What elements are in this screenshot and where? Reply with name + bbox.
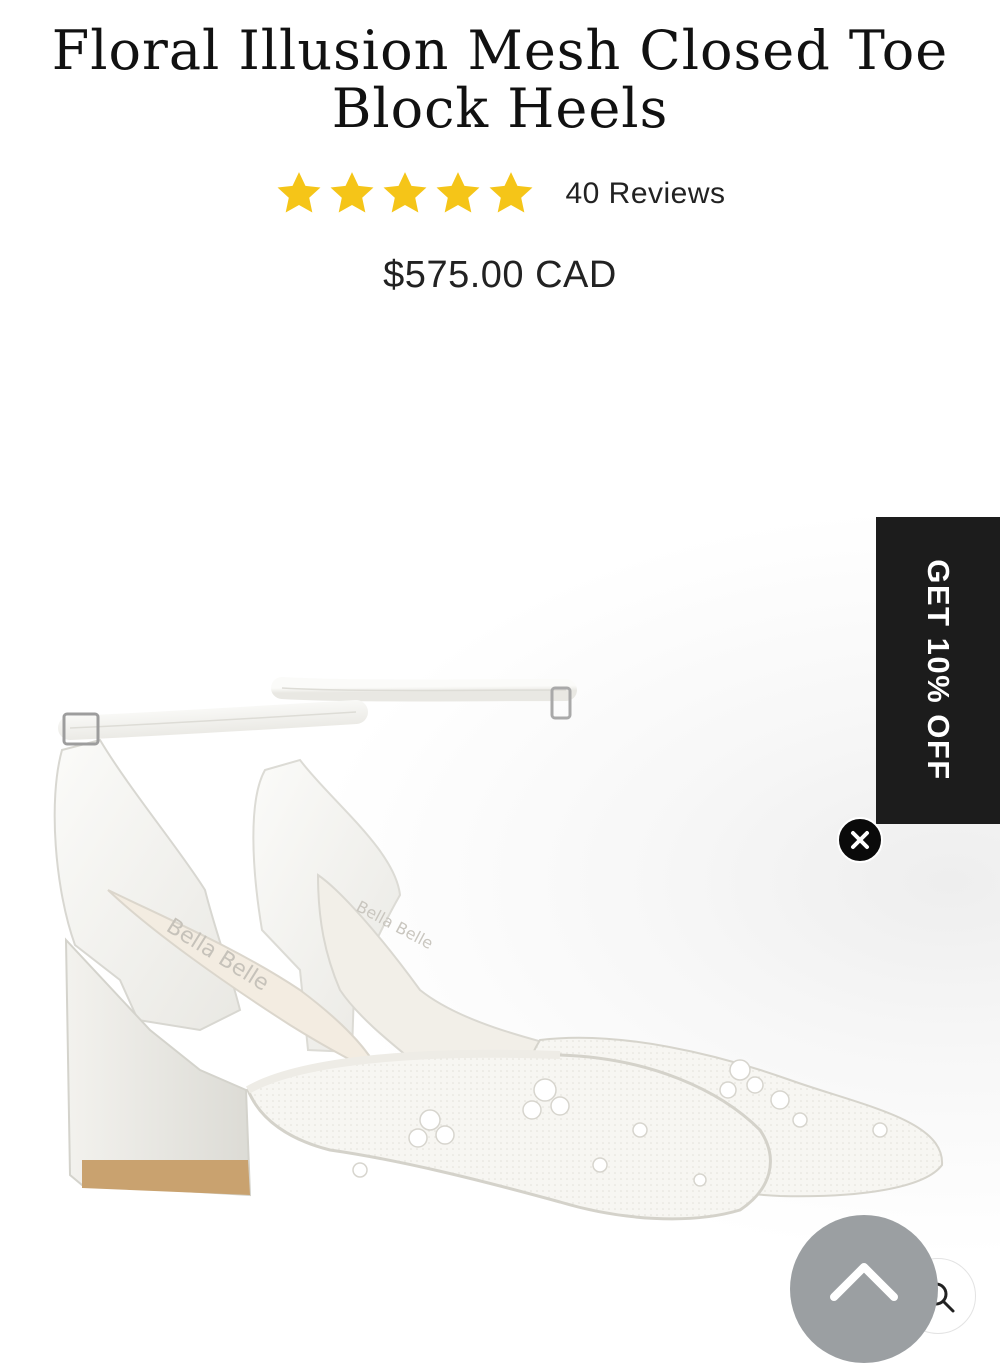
reviews-link[interactable]: 40 Reviews <box>565 177 725 211</box>
discount-tab[interactable]: GET 10% OFF <box>876 517 1000 824</box>
close-discount-button[interactable] <box>837 817 883 863</box>
scroll-to-top-button[interactable] <box>790 1215 938 1363</box>
product-title-line-1: Floral Illusion Mesh Closed Toe <box>51 19 949 82</box>
star-icon <box>330 172 374 213</box>
discount-tab-label: GET 10% OFF <box>921 559 956 781</box>
product-title: Floral Illusion Mesh Closed Toe Block He… <box>0 22 1000 138</box>
product-title-line-2: Block Heels <box>331 77 669 140</box>
star-rating[interactable] <box>274 169 539 219</box>
chevron-up-icon <box>830 1263 898 1301</box>
star-icon <box>277 172 321 213</box>
rating-row: 40 Reviews <box>0 166 1000 222</box>
star-icon <box>383 172 427 213</box>
star-icon <box>436 172 480 213</box>
product-price: $575.00 CAD <box>383 254 617 296</box>
front-shoe: Bella Belle <box>53 700 888 1221</box>
close-icon <box>851 831 869 849</box>
star-icon <box>489 172 533 213</box>
